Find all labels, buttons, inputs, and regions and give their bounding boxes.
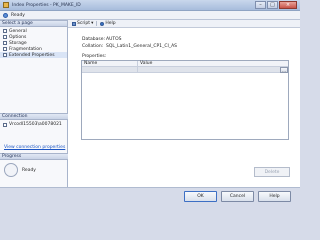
left-pane: Select a page General Options Storage Fr… [0, 20, 68, 187]
connection-value: Vrcodl15503\a0078021 [9, 122, 62, 127]
toolbar-separator [96, 21, 98, 26]
page-icon [3, 29, 7, 33]
database-label: Database: [82, 37, 105, 42]
sidebar-item-label: Options [9, 34, 27, 40]
help-button[interactable]: Help [258, 191, 291, 202]
window-controls: – □ × [255, 1, 297, 9]
script-icon [72, 21, 76, 26]
database-value: AUTOS [106, 37, 122, 42]
sidebar-item-label: Fragmentation [9, 46, 42, 52]
table-row[interactable]: ... [82, 67, 288, 73]
page-icon [3, 35, 7, 39]
collation-value: SQL_Latin1_General_CP1_CI_AS [106, 44, 178, 49]
script-button[interactable]: Script ▾ [72, 21, 93, 26]
extended-properties-grid[interactable]: Name Value ... [81, 60, 289, 140]
help-icon [100, 21, 105, 26]
minimize-icon[interactable]: – [255, 1, 266, 9]
value-cell[interactable] [138, 67, 280, 72]
select-page-header: Select a page [0, 20, 67, 27]
dialog-footer: OK Cancel Help [0, 187, 300, 207]
connection-section: Connection Vrcodl15503\a0078021 [0, 113, 68, 129]
app-icon [3, 2, 9, 8]
page-list: General Options Storage Fragmentation Ex… [0, 27, 67, 59]
close-icon[interactable]: × [279, 1, 297, 9]
content-pane: Script ▾ Help Database: AUTOS Collation:… [68, 20, 300, 187]
cancel-button[interactable]: Cancel [221, 191, 254, 202]
name-cell[interactable] [82, 67, 138, 72]
progress-header: Progress [0, 153, 68, 160]
help-label: Help [105, 21, 116, 26]
chevron-down-icon: ▾ [91, 21, 94, 26]
connection-info: Vrcodl15503\a0078021 [0, 120, 68, 129]
server-icon [3, 122, 7, 127]
maximize-icon[interactable]: □ [267, 1, 278, 9]
page-icon [3, 41, 7, 45]
collation-label: Collation: [82, 44, 104, 49]
collation-row: Collation: SQL_Latin1_General_CP1_CI_AS [82, 44, 177, 49]
ellipsis-button[interactable]: ... [280, 67, 288, 73]
script-label: Script [77, 21, 91, 26]
sidebar-item-label: Extended Properties [9, 52, 55, 58]
connection-header: Connection [0, 113, 68, 120]
column-header-value[interactable]: Value [138, 61, 288, 66]
title-bar: Index Properties - PK_MAKE_ID – □ × [0, 0, 300, 11]
progress-status: Ready [22, 167, 36, 173]
sidebar-item-extended-properties[interactable]: Extended Properties [0, 52, 67, 58]
page-icon [3, 53, 7, 57]
ok-button[interactable]: OK [184, 191, 217, 202]
sidebar-item-label: Storage [9, 40, 27, 46]
progress-spinner-icon [4, 163, 18, 177]
progress-section: Progress Ready [0, 153, 68, 180]
progress-info: Ready [0, 160, 68, 180]
column-header-name[interactable]: Name [82, 61, 138, 66]
help-toolbar-button[interactable]: Help [100, 21, 116, 26]
status-text: Ready [11, 12, 25, 18]
properties-label: Properties: [82, 54, 107, 59]
window-title: Index Properties - PK_MAKE_ID [12, 2, 81, 8]
delete-button[interactable]: Delete [254, 167, 290, 177]
info-icon [3, 12, 8, 18]
view-connection-link[interactable]: View connection properties [0, 145, 65, 150]
page-icon [3, 47, 7, 51]
toolbar: Script ▾ Help [68, 20, 300, 28]
database-row: Database: AUTOS [82, 37, 122, 42]
sidebar-item-label: General [9, 28, 27, 34]
status-strip: Ready [0, 11, 300, 20]
